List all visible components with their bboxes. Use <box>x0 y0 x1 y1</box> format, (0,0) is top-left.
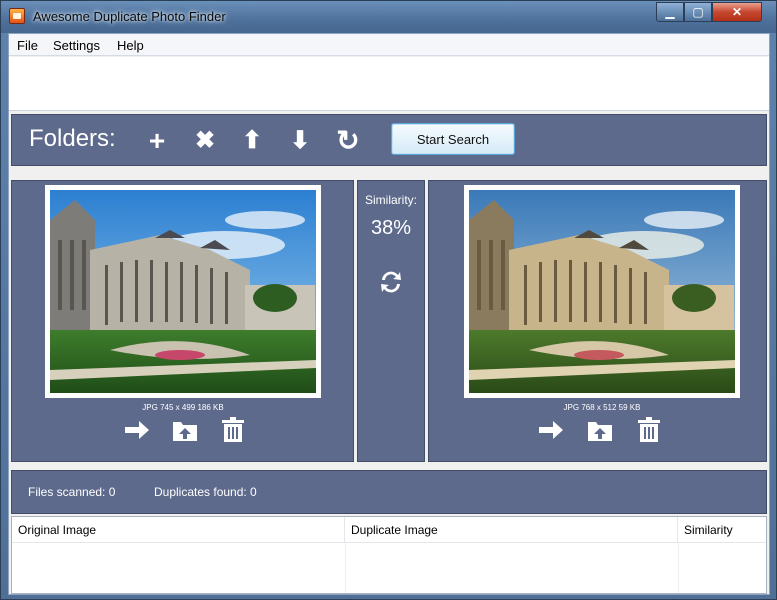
results-table: Original Image Duplicate Image Similarit… <box>11 516 767 594</box>
duplicate-photo-info: JPG 768 x 512 59 KB <box>563 403 641 412</box>
arrow-right-icon[interactable] <box>123 417 151 443</box>
duplicate-photo-frame <box>464 185 740 398</box>
trash-icon[interactable] <box>219 417 247 443</box>
menu-help[interactable]: Help <box>117 38 144 53</box>
start-search-button[interactable]: Start Search <box>391 123 515 155</box>
folders-toolbar: Folders: + ✖ ⬆ ⬇ ↻ Start Search <box>11 114 767 166</box>
title-bar[interactable]: Awesome Duplicate Photo Finder ▁ ▢ ✕ <box>1 1 776 33</box>
similarity-label: Similarity: <box>364 193 417 207</box>
window-title: Awesome Duplicate Photo Finder <box>33 9 226 24</box>
maximize-button[interactable]: ▢ <box>684 2 712 22</box>
original-photo-frame <box>45 185 321 398</box>
arrow-right-icon[interactable] <box>537 417 565 443</box>
original-photo[interactable] <box>50 190 316 393</box>
folder-list[interactable] <box>9 57 769 111</box>
app-logo-icon <box>9 8 25 24</box>
duplicate-photo-panel: JPG 768 x 512 59 KB <box>428 180 767 462</box>
menu-bar: File Settings Help <box>9 34 769 56</box>
close-button[interactable]: ✕ <box>712 2 762 22</box>
similarity-value: 38% <box>370 217 412 239</box>
open-folder-icon[interactable] <box>586 417 614 443</box>
app-window: Awesome Duplicate Photo Finder ▁ ▢ ✕ Fil… <box>0 0 777 600</box>
minimize-button[interactable]: ▁ <box>656 2 684 22</box>
trash-icon[interactable] <box>635 417 663 443</box>
duplicates-found-count: Duplicates found: 0 <box>154 485 257 499</box>
open-folder-icon[interactable] <box>171 417 199 443</box>
duplicate-photo[interactable] <box>469 190 735 393</box>
remove-folder-icon[interactable]: ✖ <box>191 127 219 155</box>
swap-icon[interactable] <box>377 268 405 296</box>
move-up-icon[interactable]: ⬆ <box>238 127 266 155</box>
folders-label: Folders: <box>29 125 116 152</box>
menu-settings[interactable]: Settings <box>53 38 100 53</box>
add-folder-icon[interactable]: + <box>143 127 171 155</box>
column-divider <box>345 543 346 593</box>
column-header-original[interactable]: Original Image <box>12 517 345 543</box>
scan-status-bar: Files scanned: 0 Duplicates found: 0 <box>11 470 767 514</box>
move-down-icon[interactable]: ⬇ <box>286 127 314 155</box>
similarity-panel: Similarity: 38% <box>357 180 425 462</box>
original-photo-panel: JPG 745 x 499 186 KB <box>11 180 354 462</box>
column-divider <box>678 543 679 593</box>
column-header-duplicate[interactable]: Duplicate Image <box>345 517 678 543</box>
original-photo-info: JPG 745 x 499 186 KB <box>142 403 224 412</box>
column-header-similarity[interactable]: Similarity <box>678 517 766 543</box>
reset-icon[interactable]: ↻ <box>334 127 362 155</box>
menu-file[interactable]: File <box>17 38 38 53</box>
files-scanned-count: Files scanned: 0 <box>28 485 116 499</box>
client-area: File Settings Help Folders: + ✖ ⬆ ⬇ ↻ St… <box>8 33 770 595</box>
